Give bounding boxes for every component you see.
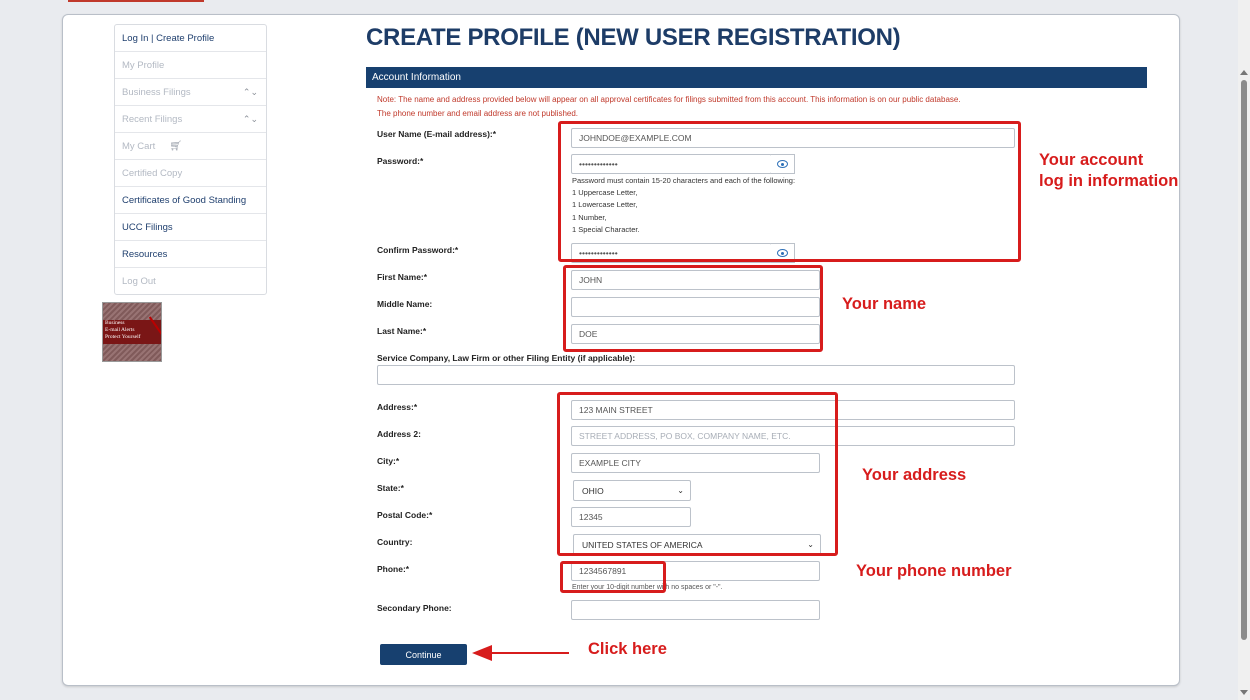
postal-code-label: Postal Code:*: [377, 510, 433, 520]
note-text: Note: The name and address provided belo…: [377, 95, 961, 104]
sidebar-item-label: Log Out: [122, 275, 156, 287]
badge-text: Business E-mail Alerts Protect Yourself: [105, 320, 159, 341]
sidebar-item-label: Resources: [122, 248, 168, 260]
page-title: CREATE PROFILE (NEW USER REGISTRATION): [366, 24, 901, 51]
annotation-name: Your name: [842, 295, 927, 313]
scroll-down-icon[interactable]: [1240, 690, 1248, 695]
sidebar-item-my-cart[interactable]: My Cart 🛒︎: [115, 133, 266, 160]
address-label: Address:*: [377, 402, 418, 412]
section-header: Account Information: [366, 67, 1147, 88]
country-label: Country:: [377, 537, 413, 547]
annotation-address: Your address: [862, 466, 967, 484]
username-label: User Name (E-mail address):*: [377, 129, 497, 139]
sidebar-item-label: My Cart: [122, 140, 156, 152]
sidebar-item-label: Recent Filings: [122, 113, 183, 125]
cart-icon: 🛒︎: [169, 140, 182, 152]
sidebar-item-recent-filings[interactable]: Recent Filings ⌃⌄: [115, 106, 266, 133]
sidebar-item-login[interactable]: Log In | Create Profile: [115, 25, 266, 52]
annotation-click-here: Click here: [588, 640, 667, 658]
highlight-account-box: [558, 121, 1021, 262]
annotation-line: Your account: [1039, 151, 1144, 169]
annotation-phone: Your phone number: [856, 562, 1012, 580]
sidebar-nav: Log In | Create Profile My Profile Busin…: [114, 24, 267, 295]
page-scrollbar[interactable]: [1238, 0, 1250, 700]
expand-chevron-icon: ⌃⌄: [242, 86, 258, 97]
sidebar-item-log-out[interactable]: Log Out: [115, 268, 266, 294]
expand-chevron-icon: ⌃⌄: [242, 113, 258, 124]
password-label: Password:*: [377, 156, 424, 166]
annotation-line: log in information: [1039, 172, 1179, 190]
arrow-shaft: [489, 652, 569, 654]
badge-line: Business: [105, 320, 125, 326]
sidebar-item-label: Certified Copy: [122, 167, 183, 179]
badge-line: Protect Yourself: [105, 334, 141, 340]
badge-line: E-mail Alerts: [105, 327, 135, 333]
city-label: City:*: [377, 456, 400, 466]
scroll-thumb[interactable]: [1241, 80, 1247, 640]
service-company-label: Service Company, Law Firm or other Filin…: [377, 353, 636, 363]
phone-label: Phone:*: [377, 564, 410, 574]
scroll-up-icon[interactable]: [1240, 70, 1248, 75]
secondary-phone-label: Secondary Phone:: [377, 603, 452, 613]
highlight-address-box: [557, 392, 838, 556]
sidebar-item-business-filings[interactable]: Business Filings ⌃⌄: [115, 79, 266, 106]
sidebar-item-label: Certificates of Good Standing: [122, 194, 247, 206]
note-text: The phone number and email address are n…: [377, 109, 579, 118]
sidebar-item-ucc-filings[interactable]: UCC Filings: [115, 214, 266, 241]
continue-button[interactable]: Continue: [380, 644, 467, 665]
first-name-label: First Name:*: [377, 272, 428, 282]
highlight-phone-box: [560, 561, 666, 593]
middle-name-label: Middle Name:: [377, 299, 433, 309]
arrow-left-icon: [472, 645, 492, 661]
annotation-account: Your account log in information: [1039, 150, 1178, 192]
sidebar-item-resources[interactable]: Resources: [115, 241, 266, 268]
highlight-name-box: [563, 265, 823, 352]
address2-label: Address 2:: [377, 429, 421, 439]
top-link-underline: [68, 0, 204, 2]
sidebar-item-my-profile[interactable]: My Profile: [115, 52, 266, 79]
sidebar-item-certified-copy[interactable]: Certified Copy: [115, 160, 266, 187]
sidebar-item-good-standing[interactable]: Certificates of Good Standing: [115, 187, 266, 214]
sidebar-item-label: UCC Filings: [122, 221, 173, 233]
service-company-input[interactable]: [377, 365, 1015, 385]
last-name-label: Last Name:*: [377, 326, 427, 336]
sidebar-item-label: My Profile: [122, 59, 165, 71]
email-alerts-badge[interactable]: Business E-mail Alerts Protect Yourself: [102, 302, 162, 362]
secondary-phone-input[interactable]: [571, 600, 820, 620]
sidebar-item-label: Business Filings: [122, 86, 191, 98]
sidebar-item-label: Log In | Create Profile: [122, 32, 215, 44]
state-label: State:*: [377, 483, 404, 493]
confirm-password-label: Confirm Password:*: [377, 245, 459, 255]
